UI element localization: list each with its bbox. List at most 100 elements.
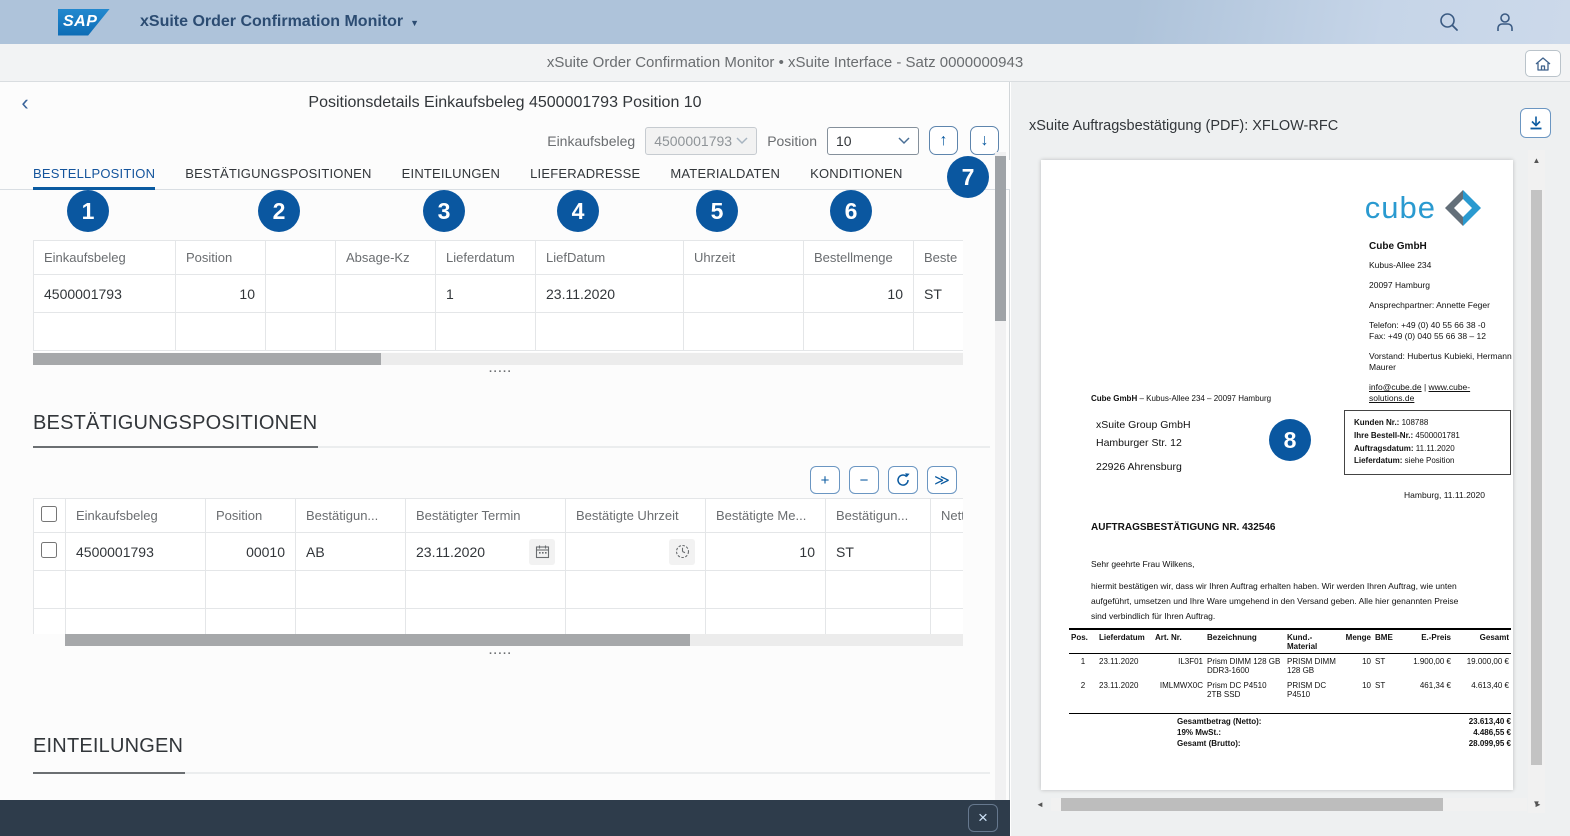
app-title-menu[interactable]: xSuite Order Confirmation Monitor ▼ [140,13,419,31]
col-bestaetigter-termin[interactable]: Bestätigter Termin [405,498,566,533]
lieferdatum-value: siehe Position [1402,456,1455,466]
cell-bestaetigungsart: AB [295,532,406,571]
col-empty[interactable] [265,240,336,275]
scroll-up-arrow[interactable]: ▲ [1528,152,1545,168]
col-bestaetigungsart[interactable]: Bestätigun... [295,498,406,533]
tab-lieferadresse[interactable]: LIEFERADRESSE [530,160,640,189]
sap-logo[interactable]: SAP [58,8,110,36]
place-date: Hamburg, 11.11.2020 [1404,490,1485,500]
col-bestaetigte-menge[interactable]: Bestätigte Me... [705,498,826,533]
col-position[interactable]: Position [175,240,266,275]
pdf-panel-title: xSuite Auftragsbestätigung (PDF): XFLOW-… [1029,118,1339,134]
sender-address-block: Cube GmbH Kubus-Allee 234 20097 Hamburg … [1369,240,1514,404]
auftragsdatum-label: Auftragsdatum: [1354,443,1414,453]
col-position[interactable]: Position [205,498,296,533]
position-select[interactable]: 10 [827,126,919,155]
position-value: 10 [836,132,852,149]
table-row[interactable]: 4500001793 10 1 23.11.2020 10 ST [33,274,963,313]
select-all-checkbox[interactable] [41,506,57,522]
scrollbar-thumb[interactable] [65,634,690,646]
chevron-down-icon [736,136,748,144]
position-details-panel: ‹ Positionsdetails Einkaufsbeleg 4500001… [0,82,1010,836]
annotation-badge-7: 7 [947,156,989,198]
scrollbar-thumb[interactable] [995,156,1006,321]
table-header-row: Einkaufsbeleg Position Bestätigun... Bes… [33,498,963,533]
clock-icon[interactable] [669,538,695,565]
table1-resize-grip[interactable]: ····· [489,366,512,378]
search-icon[interactable] [1436,9,1462,35]
sender-line-company: Cube GmbH [1091,394,1138,403]
scroll-right-arrow[interactable]: ► [1531,798,1545,811]
company-links: info@cube.de | www.cube-solutions.de [1369,382,1514,404]
table1-hscrollbar[interactable] [33,353,963,365]
pdf-item-row: 1 23.11.2020 IL3F01 Prism DIMM 128 GB DD… [1080,657,1509,675]
col-bestaetigungs[interactable]: Bestätigun... [825,498,931,533]
home-button[interactable] [1525,50,1561,77]
home-icon [1535,56,1551,71]
tab-bestaetigungspositionen[interactable]: BESTÄTIGUNGSPOSITIONEN [185,160,371,189]
tab-einteilungen[interactable]: EINTEILUNGEN [402,160,500,189]
download-button[interactable] [1520,108,1551,138]
pdf-totals: Gesamtbetrag (Netto): 23.613,40 € 19% MwS… [1069,713,1511,750]
col-bestellmenge[interactable]: Bestellmenge [803,240,914,275]
cell-termin: 23.11.2020 [405,532,566,571]
email-link[interactable]: info@cube.de [1369,382,1422,392]
cell-uhrzeit [683,274,804,313]
close-button[interactable]: × [968,804,998,832]
scrollbar-thumb[interactable] [1061,798,1443,811]
table2-resize-grip[interactable]: ····· [489,648,512,660]
col-einkaufsbeleg[interactable]: Einkaufsbeleg [65,498,206,533]
calendar-icon[interactable] [529,538,555,565]
col-bestaetigte-uhrzeit[interactable]: Bestätigte Uhrzeit [565,498,706,533]
recipient-street: Hamburger Str. 12 [1096,437,1182,450]
cell-position: 00010 [205,532,296,571]
einkaufsbeleg-select: 4500001793 [645,126,758,155]
table-header-row: Einkaufsbeleg Position Absage-Kz Lieferd… [33,240,963,275]
col-absage-kz[interactable]: Absage-Kz [335,240,436,275]
order-info-box: Kunden Nr.: 108788 Ihre Bestell-Nr.: 450… [1344,410,1511,476]
tab-konditionen[interactable]: KONDITIONEN [810,160,902,189]
row-checkbox[interactable] [41,542,57,558]
pdf-vscrollbar[interactable]: ▲ ▼ [1528,150,1545,813]
expand-all-button[interactable]: ≫ [927,466,957,494]
subheader: xSuite Order Confirmation Monitor • xSui… [0,44,1570,82]
cell-einheit: ST [825,532,931,571]
company-name: Cube GmbH [1369,241,1427,252]
cell-beste: ST [913,274,963,313]
add-row-button[interactable]: + [810,466,840,494]
annotation-badge-3: 3 [423,190,465,232]
scrollbar-thumb[interactable] [1531,190,1542,765]
user-icon[interactable] [1492,9,1518,35]
col-menge: Menge [1341,630,1373,654]
col-beste[interactable]: Beste [913,240,963,275]
tab-bestellposition[interactable]: BESTELLPOSITION [33,160,156,190]
pdf-table-header: Pos. Lieferdatum Art. Nr. Bezeichnung Ku… [1069,630,1511,654]
annotation-badge-2: 2 [258,190,300,232]
refresh-icon [897,473,910,486]
scroll-left-arrow[interactable]: ◄ [1033,798,1047,811]
tab-materialdaten[interactable]: MATERIALDATEN [670,160,780,189]
col-liefdatum[interactable]: LiefDatum [535,240,684,275]
mwst-label: 19% MwSt.: [1177,728,1222,737]
pdf-hscrollbar[interactable]: ◄ ► [1033,798,1545,811]
remove-row-button[interactable]: − [849,466,879,494]
scrollbar-thumb[interactable] [33,353,381,365]
col-uhrzeit[interactable]: Uhrzeit [683,240,804,275]
col-gesamt: Gesamt [1453,630,1511,654]
einkaufsbeleg-link[interactable]: 4500001793 [33,274,176,313]
next-position-button[interactable]: ↓ [970,126,999,155]
col-einkaufsbeleg[interactable]: Einkaufsbeleg [33,240,176,275]
cell-menge: 10 [705,532,826,571]
refresh-button[interactable] [888,466,918,494]
bestaetigung-toolbar: + − ≫ [810,466,957,494]
cell-lieferdatum: 1 [435,274,536,313]
detail-vscrollbar[interactable] [995,152,1006,800]
cube-logo-text: cube [1364,190,1436,225]
table2-hscrollbar[interactable] [65,634,963,646]
table-row[interactable]: 4500001793 00010 AB 23.11.2020 10 ST [33,532,963,571]
chevron-down-icon: ▼ [410,18,420,28]
einkaufsbeleg-label: Einkaufsbeleg [547,132,636,149]
col-lieferdatum[interactable]: Lieferdatum [435,240,536,275]
previous-position-button[interactable]: ↑ [929,126,958,155]
col-netto[interactable]: Nett [930,498,963,533]
